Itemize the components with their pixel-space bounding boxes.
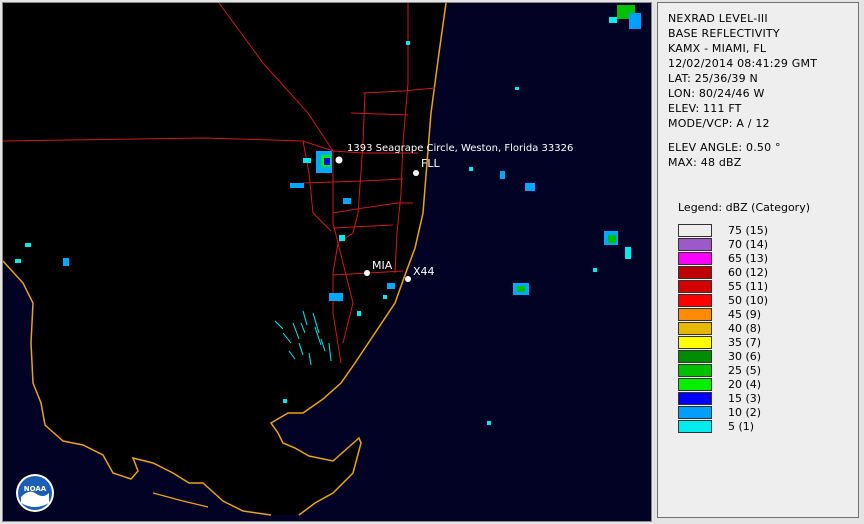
fll-label: FLL: [421, 157, 440, 170]
legend-row: 50 (10): [678, 294, 848, 308]
radar-map-canvas: [3, 3, 641, 516]
datetime-label: 12/02/2014 08:41:29 GMT: [668, 57, 818, 70]
legend-swatch: [678, 252, 712, 265]
legend-swatch: [678, 350, 712, 363]
legend-row: 5 (1): [678, 420, 848, 434]
legend-label: 75 (15): [728, 224, 769, 237]
mia-label: MIA: [372, 259, 393, 272]
legend-row: 25 (5): [678, 364, 848, 378]
legend-row: 15 (3): [678, 392, 848, 406]
legend-row: 70 (14): [678, 238, 848, 252]
elev-angle-label: ELEV ANGLE: 0.50 °: [668, 141, 781, 154]
legend-label: 35 (7): [728, 336, 762, 349]
legend-row: 45 (9): [678, 308, 848, 322]
address-label: 1393 Seagrape Circle, Weston, Florida 33…: [347, 143, 574, 154]
legend-label: 30 (6): [728, 350, 762, 363]
legend-swatch: [678, 392, 712, 405]
legend-row: 30 (6): [678, 350, 848, 364]
lon-label: LON: 80/24/46 W: [668, 87, 765, 100]
florida-keys: [152, 492, 209, 508]
marker-fll[interactable]: [413, 170, 419, 176]
legend-swatch: [678, 322, 712, 335]
legend-row: 35 (7): [678, 336, 848, 350]
legend-swatch: [678, 280, 712, 293]
radar-map[interactable]: 1393 Seagrape Circle, Weston, Florida 33…: [2, 2, 652, 522]
legend-swatch: [678, 238, 712, 251]
x44-label: X44: [413, 265, 435, 278]
legend-label: 15 (3): [728, 392, 762, 405]
legend-label: 50 (10): [728, 294, 769, 307]
legend-label: 40 (8): [728, 322, 762, 335]
legend-swatch: [678, 336, 712, 349]
info-panel: NEXRAD LEVEL-III BASE REFLECTIVITY KAMX …: [657, 2, 859, 518]
legend-row: 10 (2): [678, 406, 848, 420]
marker-x44[interactable]: [405, 276, 411, 282]
legend-label: 55 (11): [728, 280, 769, 293]
legend-swatch: [678, 294, 712, 307]
legend-swatch: [678, 308, 712, 321]
marker-address[interactable]: [335, 156, 343, 164]
product-label: NEXRAD LEVEL-III: [668, 12, 768, 25]
product-type: BASE REFLECTIVITY: [668, 27, 780, 40]
legend-row: 40 (8): [678, 322, 848, 336]
svg-text:NOAA: NOAA: [24, 485, 47, 493]
legend-label: 65 (13): [728, 252, 769, 265]
max-label: MAX: 48 dBZ: [668, 156, 742, 169]
legend-row: 75 (15): [678, 224, 848, 238]
legend-row: 60 (12): [678, 266, 848, 280]
legend-row: 20 (4): [678, 378, 848, 392]
marker-mia[interactable]: [364, 270, 370, 276]
legend-label: 5 (1): [728, 420, 755, 433]
lat-label: LAT: 25/36/39 N: [668, 72, 758, 85]
legend-row: 65 (13): [678, 252, 848, 266]
legend-swatch: [678, 364, 712, 377]
legend-label: 10 (2): [728, 406, 762, 419]
legend-label: 70 (14): [728, 238, 769, 251]
legend-swatch: [678, 224, 712, 237]
legend-swatch: [678, 266, 712, 279]
legend-row: 55 (11): [678, 280, 848, 294]
legend-label: 45 (9): [728, 308, 762, 321]
station-label: KAMX - MIAMI, FL: [668, 42, 767, 55]
elev-label: ELEV: 111 FT: [668, 102, 742, 115]
legend-swatch: [678, 420, 712, 433]
legend-title: Legend: dBZ (Category): [678, 201, 810, 214]
legend-label: 60 (12): [728, 266, 769, 279]
noaa-logo: NOAA: [16, 474, 54, 512]
legend-swatch: [678, 406, 712, 419]
legend-label: 20 (4): [728, 378, 762, 391]
legend-label: 25 (5): [728, 364, 762, 377]
legend-swatch: [678, 378, 712, 391]
mode-label: MODE/VCP: A / 12: [668, 117, 770, 130]
